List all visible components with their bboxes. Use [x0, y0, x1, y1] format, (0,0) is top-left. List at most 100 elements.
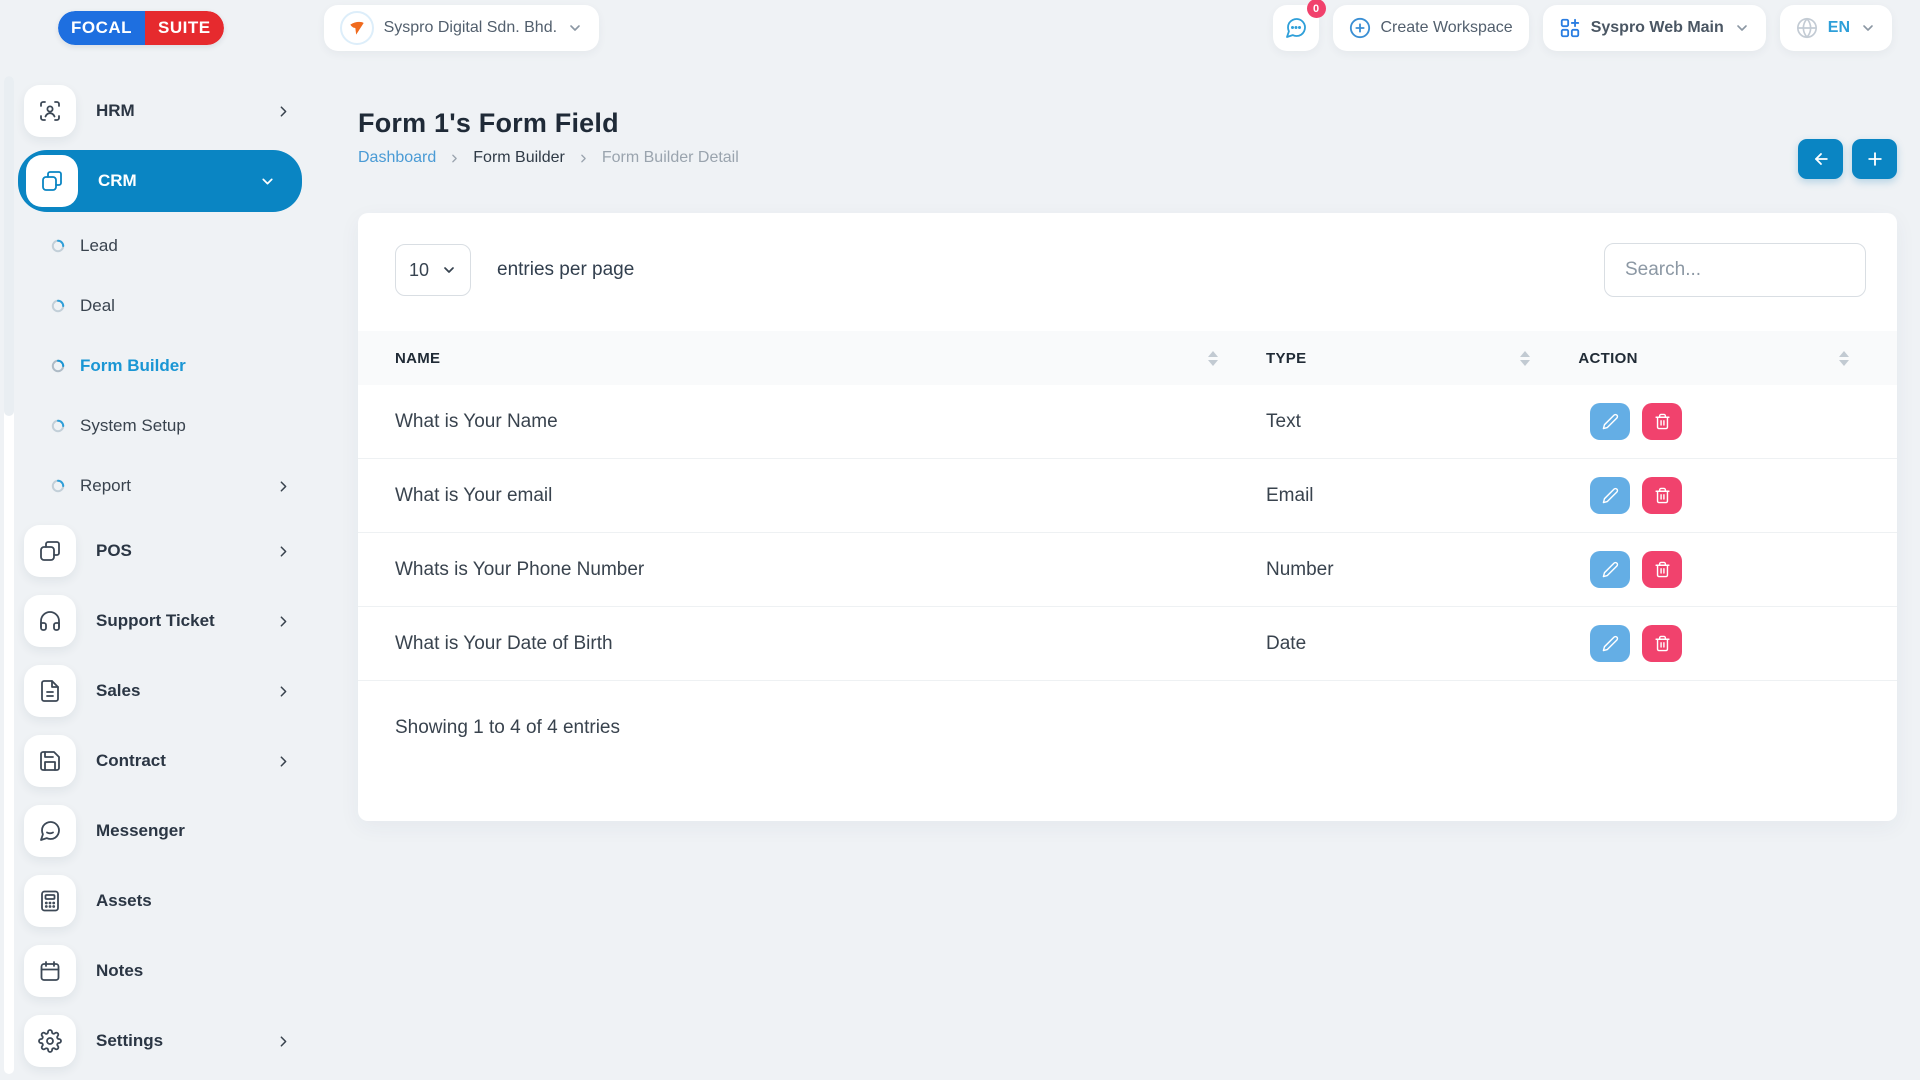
crm-icon — [26, 155, 78, 207]
form-fields-card: 10 entries per page NAME TYPE ACTION — [358, 213, 1897, 821]
sidebar-scrollbar[interactable] — [4, 76, 14, 1074]
search-input[interactable] — [1604, 243, 1866, 297]
sidebar-item-label: Sales — [96, 681, 275, 701]
column-header-action[interactable]: ACTION — [1578, 350, 1897, 367]
top-bar: FOCAL SUITE Syspro Digital Sdn. Bhd. 0 C… — [0, 0, 1920, 56]
add-field-button[interactable] — [1852, 139, 1897, 179]
sidebar-item-support-ticket[interactable]: Support Ticket — [0, 586, 320, 656]
trash-icon — [1654, 561, 1671, 578]
chevron-right-icon — [275, 543, 292, 560]
form-fields-table: NAME TYPE ACTION What is Your Name Text — [358, 331, 1897, 681]
sidebar-item-system-setup[interactable]: System Setup — [0, 396, 320, 456]
workspace-logo-icon — [340, 11, 374, 45]
breadcrumb-dashboard-link[interactable]: Dashboard — [358, 149, 436, 167]
entries-per-page-label: entries per page — [497, 259, 634, 281]
save-icon — [24, 735, 76, 787]
file-icon — [24, 665, 76, 717]
create-workspace-button[interactable]: Create Workspace — [1333, 5, 1529, 51]
workspace-selector[interactable]: Syspro Digital Sdn. Bhd. — [324, 5, 599, 51]
sidebar-item-label: Lead — [80, 236, 292, 256]
delete-button[interactable] — [1642, 625, 1682, 662]
create-workspace-label: Create Workspace — [1381, 19, 1513, 37]
sidebar-item-report[interactable]: Report — [0, 456, 320, 516]
pencil-icon — [1602, 635, 1619, 652]
sidebar-item-lead[interactable]: Lead — [0, 216, 320, 276]
sidebar-item-label: Assets — [96, 891, 292, 911]
column-header-type[interactable]: TYPE — [1266, 350, 1578, 367]
sidebar-item-label: Support Ticket — [96, 611, 275, 631]
entries-per-page-value: 10 — [409, 260, 429, 281]
chevron-right-icon — [275, 1033, 292, 1050]
chevron-right-icon — [275, 683, 292, 700]
edit-button[interactable] — [1590, 477, 1630, 514]
row-actions — [1578, 625, 1897, 662]
sidebar-item-contract[interactable]: Contract — [0, 726, 320, 796]
language-selector[interactable]: EN — [1780, 5, 1892, 51]
grid-plus-icon — [1559, 17, 1581, 39]
edit-button[interactable] — [1590, 403, 1630, 440]
sidebar-item-sales[interactable]: Sales — [0, 656, 320, 726]
back-button[interactable] — [1798, 139, 1843, 179]
sidebar-item-label: POS — [96, 541, 275, 561]
sidebar-item-hrm[interactable]: HRM — [0, 76, 320, 146]
delete-button[interactable] — [1642, 551, 1682, 588]
column-header-label: TYPE — [1266, 350, 1306, 367]
column-header-name[interactable]: NAME — [358, 350, 1266, 367]
sidebar: HRM CRM Lead Deal Form Bui — [0, 56, 320, 1080]
trash-icon — [1654, 487, 1671, 504]
delete-button[interactable] — [1642, 403, 1682, 440]
delete-button[interactable] — [1642, 477, 1682, 514]
pencil-icon — [1602, 561, 1619, 578]
brand-logo-left: FOCAL — [58, 11, 145, 45]
sidebar-item-label: Settings — [96, 1031, 275, 1051]
messages-button[interactable]: 0 — [1273, 5, 1319, 51]
chevron-right-icon — [448, 152, 461, 165]
chevron-right-icon — [275, 753, 292, 770]
sidebar-item-messenger[interactable]: Messenger — [0, 796, 320, 866]
app-selector[interactable]: Syspro Web Main — [1543, 5, 1766, 51]
bullet-circle-icon — [50, 478, 66, 494]
plus-icon — [1865, 149, 1885, 169]
globe-icon — [1796, 17, 1818, 39]
edit-button[interactable] — [1590, 625, 1630, 662]
calendar-icon — [24, 945, 76, 997]
brand-logo: FOCAL SUITE — [58, 11, 224, 45]
chevron-right-icon — [275, 103, 292, 120]
breadcrumb-current: Form Builder Detail — [602, 149, 739, 167]
sidebar-item-label: Messenger — [96, 821, 292, 841]
entries-per-page-select[interactable]: 10 — [395, 244, 471, 296]
sidebar-item-assets[interactable]: Assets — [0, 866, 320, 936]
sidebar-item-label: Deal — [80, 296, 292, 316]
table-summary: Showing 1 to 4 of 4 entries — [358, 681, 1897, 739]
sidebar-item-settings[interactable]: Settings — [0, 1006, 320, 1076]
field-name-cell: What is Your Name — [358, 411, 1266, 433]
field-name-cell: What is Your email — [358, 485, 1266, 507]
sidebar-item-label: Report — [80, 476, 275, 496]
top-bar-right: 0 Create Workspace Syspro Web Main EN — [1273, 5, 1893, 51]
sidebar-item-notes[interactable]: Notes — [0, 936, 320, 1006]
chat-bubble-icon — [1284, 16, 1308, 40]
sidebar-item-pos[interactable]: POS — [0, 516, 320, 586]
app-selector-label: Syspro Web Main — [1591, 19, 1724, 37]
sidebar-item-label: System Setup — [80, 416, 292, 436]
hrm-icon — [24, 85, 76, 137]
main-content: Form 1's Form Field Dashboard Form Build… — [320, 56, 1920, 1080]
edit-button[interactable] — [1590, 551, 1630, 588]
breadcrumb-form-builder-link[interactable]: Form Builder — [473, 149, 565, 167]
chevron-down-icon — [1860, 20, 1876, 36]
chevron-right-icon — [275, 613, 292, 630]
field-type-cell: Text — [1266, 411, 1578, 433]
trash-icon — [1654, 413, 1671, 430]
sidebar-item-deal[interactable]: Deal — [0, 276, 320, 336]
calculator-icon — [24, 875, 76, 927]
page-title: Form 1's Form Field — [358, 108, 1897, 139]
sidebar-item-label: HRM — [96, 101, 275, 121]
headset-icon — [24, 595, 76, 647]
sidebar-item-form-builder[interactable]: Form Builder — [0, 336, 320, 396]
table-header-row: NAME TYPE ACTION — [358, 331, 1897, 385]
sidebar-item-crm[interactable]: CRM — [18, 150, 302, 212]
sidebar-scrollbar-thumb[interactable] — [4, 76, 14, 416]
table-row: What is Your Date of Birth Date — [358, 607, 1897, 681]
page-actions — [1798, 139, 1897, 179]
breadcrumb: Dashboard Form Builder Form Builder Deta… — [358, 149, 1897, 167]
